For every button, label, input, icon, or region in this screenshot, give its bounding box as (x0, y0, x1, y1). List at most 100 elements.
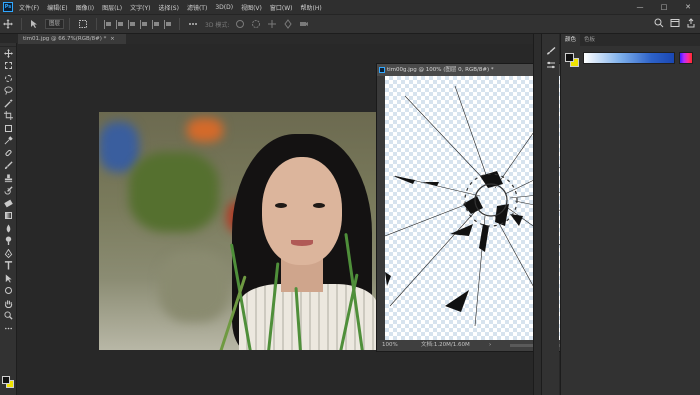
spectrum-strip[interactable] (679, 52, 693, 64)
edit-toolbar-tool[interactable] (0, 322, 17, 335)
photoshop-logo: Ps (3, 2, 13, 12)
menu-help[interactable]: 帮助(H) (301, 3, 322, 12)
menu-type[interactable]: 文字(Y) (130, 3, 150, 12)
magic-wand-tool[interactable] (0, 97, 17, 110)
maximize-button[interactable]: □ (652, 0, 676, 14)
history-brush-tool[interactable] (0, 185, 17, 198)
path-select-icon (5, 274, 12, 283)
frame-tool[interactable] (0, 122, 17, 135)
menu-file[interactable]: 文件(F) (19, 3, 39, 12)
hand-icon (4, 300, 13, 308)
blur-tool[interactable] (0, 222, 17, 235)
crack-line (389, 205, 481, 307)
portrait-photo (99, 112, 377, 350)
options-right-group (648, 18, 696, 28)
align-left-icon[interactable] (140, 19, 148, 29)
move-tool-icon[interactable] (3, 19, 13, 29)
foreground-color-swatch[interactable] (2, 376, 10, 384)
brush-tool[interactable] (0, 160, 17, 173)
close-tab-icon[interactable]: × (110, 36, 115, 42)
menu-3d[interactable]: 3D(D) (215, 4, 233, 11)
ellipse-shape-icon (5, 287, 12, 295)
move-icon (4, 48, 13, 58)
hand-tool[interactable] (0, 297, 17, 310)
eraser-icon (4, 199, 13, 208)
close-button[interactable]: ✕ (676, 0, 700, 14)
crop-icon (4, 111, 13, 121)
clone-stamp-tool[interactable] (0, 172, 17, 185)
3d-mode-label: 3D 模式: (205, 21, 230, 29)
document-tab-tim01[interactable]: tim01.jpg @ 66.7%(RGB/8#) * × (18, 34, 126, 44)
align-vcenter-icon[interactable] (116, 19, 124, 29)
color-swatches[interactable] (2, 376, 15, 389)
window-controls: — □ ✕ (628, 0, 700, 14)
zoom-tool[interactable] (0, 310, 17, 323)
bg-orange-shape (187, 118, 223, 142)
adjust-panel-icon[interactable] (546, 54, 556, 69)
portrait-eye-right (313, 203, 325, 208)
ellipse-marquee-tool[interactable] (0, 72, 17, 85)
pen-tool[interactable] (0, 247, 17, 260)
shape-tool[interactable] (0, 285, 17, 298)
brush-settings-icon[interactable] (546, 40, 556, 55)
color-ramp-slider[interactable] (583, 52, 675, 64)
crack-line (404, 95, 491, 187)
glass-shard (393, 176, 415, 184)
more-dots-icon (4, 327, 13, 330)
menu-view[interactable]: 视图(V) (241, 3, 262, 12)
brush-icon (4, 161, 13, 170)
lasso-icon (4, 86, 13, 95)
roll-3d-icon[interactable] (251, 19, 261, 29)
options-bar: 图层 3D 模式: (0, 14, 700, 34)
orbit-3d-icon[interactable] (235, 19, 245, 29)
zoom-level[interactable]: 100% (382, 340, 398, 351)
align-top-icon[interactable] (104, 19, 112, 29)
auto-select-dropdown[interactable]: 图层 (45, 19, 65, 29)
eyedropper-tool[interactable] (0, 135, 17, 148)
color-panel: 颜色 色板 (560, 34, 700, 395)
menu-edit[interactable]: 编辑(E) (47, 3, 67, 12)
dodge-icon (5, 236, 12, 246)
align-bottom-icon[interactable] (128, 19, 136, 29)
path-select-tool[interactable] (0, 272, 17, 285)
tab-swatches[interactable]: 色板 (580, 34, 599, 46)
panel-foreground-swatch[interactable] (565, 53, 574, 62)
pen-icon (4, 248, 13, 258)
search-icon[interactable] (654, 18, 664, 28)
eraser-tool[interactable] (0, 197, 17, 210)
align-right-icon[interactable] (164, 19, 172, 29)
status-arrow-icon[interactable]: › (489, 340, 491, 351)
move-tool[interactable] (0, 47, 17, 60)
auto-select-icon[interactable] (30, 19, 40, 29)
menu-image[interactable]: 图像(I) (76, 3, 94, 12)
align-hcenter-icon[interactable] (152, 19, 160, 29)
camera-3d-icon[interactable] (299, 19, 309, 29)
crop-tool[interactable] (0, 110, 17, 123)
document-tab-title: tim01.jpg @ 66.7%(RGB/8#) * (23, 36, 107, 42)
bandage-icon (4, 149, 13, 158)
menu-layer[interactable]: 图层(L) (102, 3, 122, 12)
menu-select[interactable]: 选择(S) (158, 3, 179, 12)
healing-brush-tool[interactable] (0, 147, 17, 160)
workspace-icon[interactable] (670, 18, 680, 28)
drag-3d-icon[interactable] (267, 19, 277, 29)
glass-shard (385, 272, 391, 286)
dodge-tool[interactable] (0, 235, 17, 248)
menu-filter[interactable]: 滤镜(T) (187, 3, 207, 12)
minimize-button[interactable]: — (628, 0, 652, 14)
marquee-icon (5, 62, 12, 70)
gradient-tool[interactable] (0, 210, 17, 223)
tab-color[interactable]: 颜色 (561, 34, 581, 46)
marquee-tool[interactable] (0, 60, 17, 73)
history-brush-icon (4, 186, 13, 195)
dock-divider[interactable] (533, 34, 541, 395)
frame-icon (5, 124, 12, 132)
crack-line (454, 85, 491, 187)
type-tool[interactable] (0, 260, 17, 273)
more-options-icon[interactable] (188, 19, 198, 29)
transform-controls-icon[interactable] (78, 19, 88, 29)
slide-3d-icon[interactable] (283, 19, 293, 29)
share-icon[interactable] (686, 18, 696, 28)
lasso-tool[interactable] (0, 85, 17, 98)
menu-window[interactable]: 窗口(W) (270, 3, 293, 12)
